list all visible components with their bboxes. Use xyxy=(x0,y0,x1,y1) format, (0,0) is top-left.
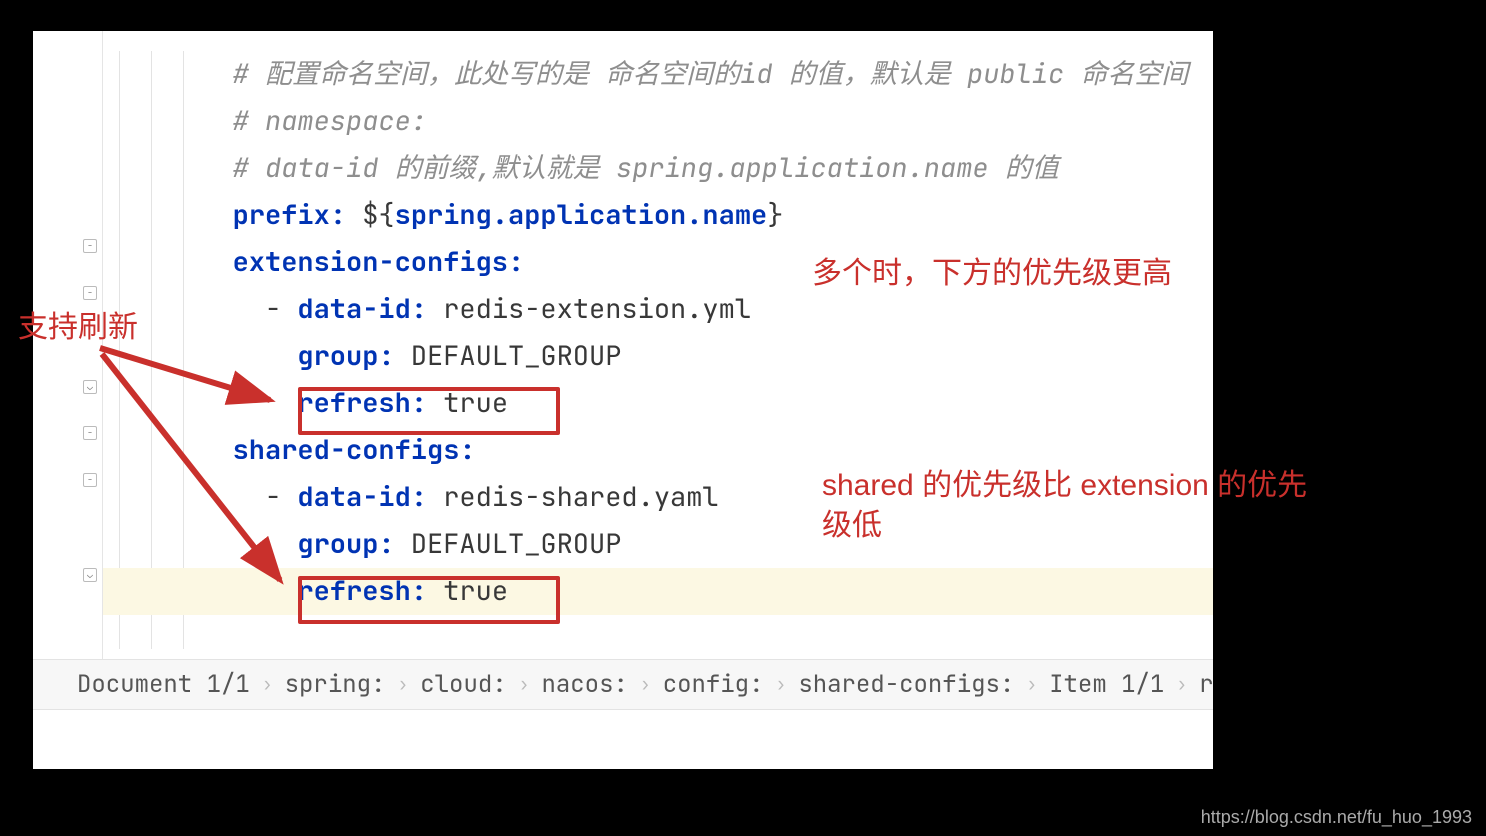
comment-text: # namespace: xyxy=(233,103,427,139)
code-line: prefix: ${spring.application.name} xyxy=(103,192,1213,239)
yaml-key: data-id xyxy=(297,291,410,327)
yaml-key: refresh xyxy=(297,573,410,609)
yaml-placeholder: spring.application.name xyxy=(395,197,768,233)
fold-marker-icon[interactable]: - xyxy=(83,286,97,300)
yaml-value: DEFAULT_GROUP xyxy=(411,526,622,562)
chevron-right-icon: › xyxy=(1176,673,1187,696)
chevron-right-icon: › xyxy=(262,673,273,696)
fold-marker-icon[interactable]: - xyxy=(83,473,97,487)
breadcrumb[interactable]: Document 1/1 › spring: › cloud: › nacos:… xyxy=(33,659,1213,709)
chevron-right-icon: › xyxy=(640,673,651,696)
yaml-key: refresh xyxy=(297,385,410,421)
chevron-right-icon: › xyxy=(776,673,787,696)
breadcrumb-item[interactable]: nacos: xyxy=(541,669,627,700)
yaml-key: group xyxy=(297,526,378,562)
code-line: group: DEFAULT_GROUP xyxy=(103,333,1213,380)
breadcrumb-item[interactable]: Item 1/1 xyxy=(1049,669,1164,700)
yaml-key: group xyxy=(297,338,378,374)
yaml-key: extension-configs xyxy=(233,244,508,280)
comment-text: # data-id 的前缀,默认就是 spring.application.na… xyxy=(233,150,1059,186)
chevron-right-icon: › xyxy=(519,673,530,696)
watermark: https://blog.csdn.net/fu_huo_1993 xyxy=(1201,807,1472,828)
yaml-key: prefix xyxy=(233,197,330,233)
breadcrumb-item[interactable]: Document 1/1 xyxy=(77,669,250,700)
yaml-value: redis-extension.yml xyxy=(443,291,751,327)
fold-marker-icon[interactable]: ⌄ xyxy=(83,380,97,394)
breadcrumb-item[interactable]: refresh: xyxy=(1199,669,1213,700)
comment-text: # 配置命名空间，此处写的是 命名空间的id 的值，默认是 public 命名空… xyxy=(233,56,1189,92)
code-area[interactable]: # 配置命名空间，此处写的是 命名空间的id 的值，默认是 public 命名空… xyxy=(103,31,1213,649)
chevron-right-icon: › xyxy=(1026,673,1037,696)
chevron-right-icon: › xyxy=(397,673,408,696)
yaml-value: DEFAULT_GROUP xyxy=(411,338,622,374)
code-line: # namespace: xyxy=(103,98,1213,145)
breadcrumb-item[interactable]: cloud: xyxy=(420,669,506,700)
editor-status-strip xyxy=(33,709,1213,769)
breadcrumb-item[interactable]: config: xyxy=(663,669,764,700)
yaml-value: redis-shared.yaml xyxy=(443,479,718,515)
annotation-right-bottom: shared 的优先级比 extension 的优先级低 xyxy=(822,466,1322,546)
fold-marker-icon[interactable]: ⌄ xyxy=(83,568,97,582)
yaml-key: data-id xyxy=(297,479,410,515)
yaml-value: true xyxy=(443,385,508,421)
breadcrumb-item[interactable]: spring: xyxy=(285,669,386,700)
code-line: refresh: true xyxy=(103,380,1213,427)
code-line: # data-id 的前缀,默认就是 spring.application.na… xyxy=(103,145,1213,192)
annotation-left: 支持刷新 xyxy=(18,308,138,348)
annotation-right-top: 多个时，下方的优先级更高 xyxy=(812,254,1172,294)
breadcrumb-item[interactable]: shared-configs: xyxy=(798,669,1014,700)
code-editor-panel: - - ⌄ - - ⌄ # 配置命名空间，此处写的是 命名空间的id 的值，默认… xyxy=(32,30,1214,770)
code-line: # 配置命名空间，此处写的是 命名空间的id 的值，默认是 public 命名空… xyxy=(103,51,1213,98)
yaml-value: true xyxy=(443,573,508,609)
yaml-key: shared-configs xyxy=(233,432,460,468)
fold-marker-icon[interactable]: - xyxy=(83,426,97,440)
fold-marker-icon[interactable]: - xyxy=(83,239,97,253)
code-line-highlighted: refresh: true xyxy=(103,568,1213,615)
